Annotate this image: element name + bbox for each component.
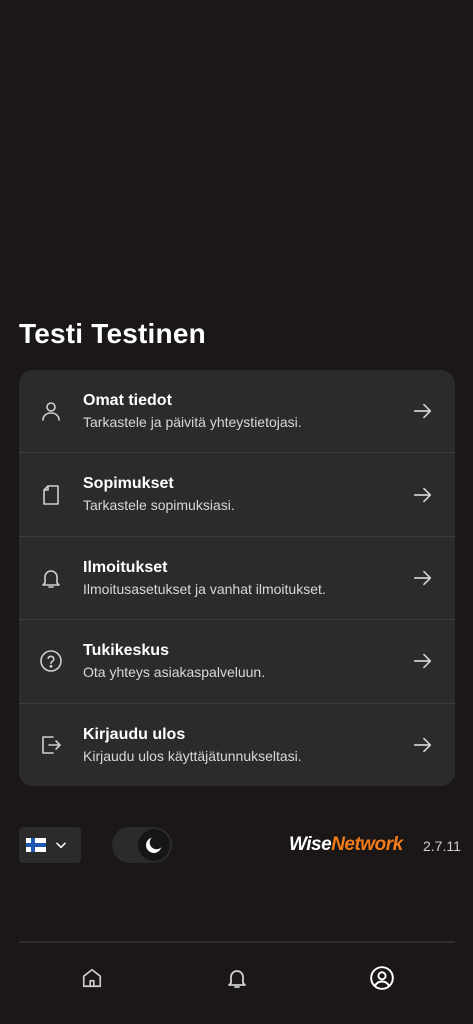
- chevron-down-icon: [54, 838, 68, 852]
- menu-item-title: Ilmoitukset: [83, 558, 168, 576]
- menu-item-subtitle: Kirjaudu ulos käyttäjätunnukseltasi.: [83, 747, 302, 764]
- arrow-right-icon: [411, 649, 435, 673]
- menu-item-title: Sopimukset: [83, 475, 174, 493]
- arrow-right-icon: [411, 733, 435, 757]
- language-select[interactable]: [19, 827, 81, 863]
- page-title: Testi Testinen: [19, 318, 206, 349]
- menu-item-title: Kirjaudu ulos: [83, 725, 186, 743]
- logout-icon: [39, 733, 63, 757]
- menu-item-notifications[interactable]: Ilmoitukset Ilmoitusasetukset ja vanhat …: [19, 537, 455, 621]
- home-icon: [81, 967, 103, 994]
- menu-item-title: Tukikeskus: [83, 642, 169, 660]
- menu-item-logout[interactable]: Kirjaudu ulos Kirjaudu ulos käyttäjätunn…: [19, 704, 455, 786]
- help-icon: [39, 649, 63, 673]
- arrow-right-icon: [411, 566, 435, 590]
- menu-item-title: Omat tiedot: [83, 392, 172, 409]
- arrow-right-icon: [411, 483, 435, 507]
- profile-menu: Omat tiedot Tarkastele ja päivitä yhteys…: [19, 370, 455, 786]
- finland-flag-icon: [26, 838, 46, 852]
- app-version: 2.7.11: [423, 838, 461, 854]
- document-icon: [39, 483, 63, 507]
- user-icon: [39, 399, 63, 423]
- nav-profile-button[interactable]: [368, 965, 396, 996]
- menu-item-subtitle: Tarkastele sopimuksiasi.: [83, 497, 235, 514]
- moon-icon: [138, 829, 170, 861]
- nav-notifications-button[interactable]: [223, 966, 251, 994]
- menu-item-support[interactable]: Tukikeskus Ota yhteys asiakaspalveluun.: [19, 620, 455, 704]
- arrow-right-icon: [411, 399, 435, 423]
- menu-item-subtitle: Ilmoitusasetukset ja vanhat ilmoitukset.: [83, 580, 326, 597]
- wisenetwork-logo: WiseNetwork: [289, 834, 403, 855]
- profile-icon: [369, 965, 395, 996]
- menu-item-subtitle: Tarkastele ja päivitä yhteystietojasi.: [83, 414, 302, 430]
- nav-home-button[interactable]: [78, 966, 106, 994]
- menu-item-own-info[interactable]: Omat tiedot Tarkastele ja päivitä yhteys…: [19, 370, 455, 454]
- bottom-nav-divider: [19, 941, 455, 943]
- bell-icon: [225, 966, 249, 995]
- menu-item-subtitle: Ota yhteys asiakaspalveluun.: [83, 664, 266, 681]
- menu-item-contracts[interactable]: Sopimukset Tarkastele sopimuksiasi.: [19, 453, 455, 537]
- dark-mode-toggle[interactable]: [112, 827, 172, 863]
- bell-icon: [39, 566, 63, 590]
